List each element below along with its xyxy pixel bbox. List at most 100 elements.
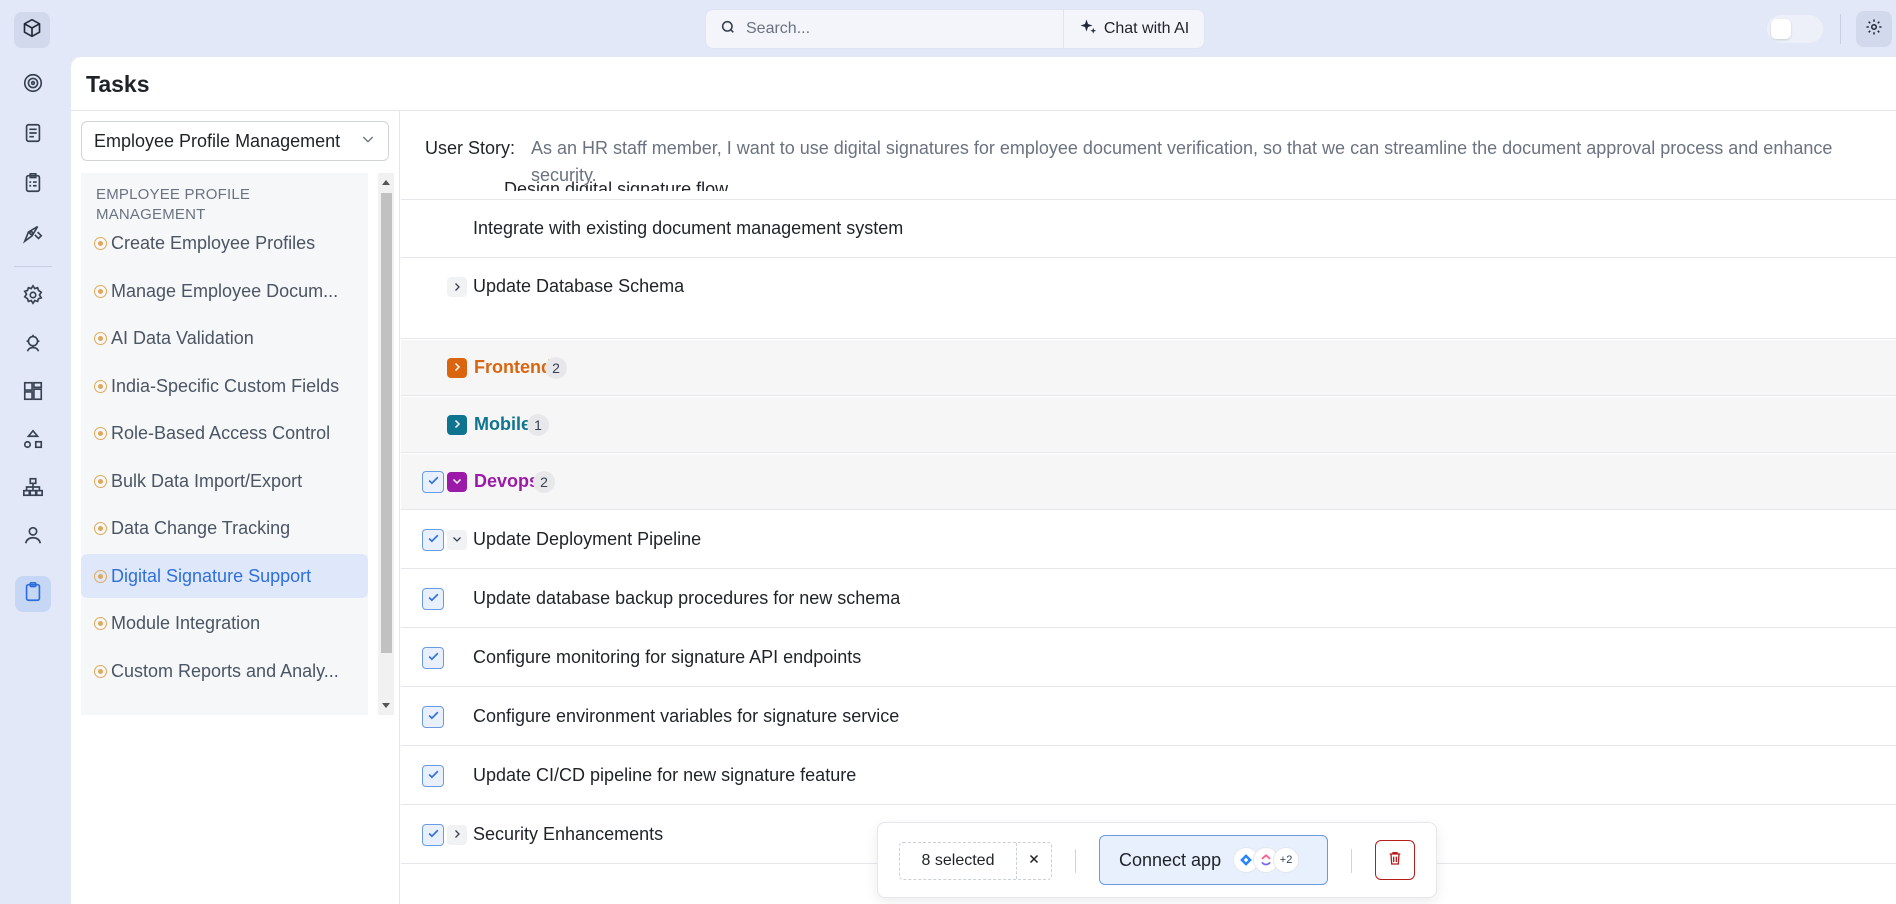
story-item-label: Digital Signature Support: [111, 565, 312, 586]
chevron-right-icon: [451, 414, 463, 435]
story-status-icon: [94, 426, 107, 440]
main-panel: Tasks Employee Profile Management EMPLOY…: [71, 57, 1896, 904]
scroll-thumb[interactable]: [381, 193, 392, 653]
rail-design-button[interactable]: [15, 217, 51, 253]
story-item[interactable]: AI Data Validation: [81, 316, 368, 360]
task-title: Security Enhancements: [473, 824, 664, 844]
story-item[interactable]: Manage Employee Docum...: [81, 269, 368, 313]
group-expand-button[interactable]: [447, 357, 467, 378]
task-checkbox[interactable]: [422, 705, 444, 728]
expand-button[interactable]: [447, 824, 467, 845]
search-input[interactable]: [746, 20, 1046, 38]
target-icon: [22, 72, 44, 99]
scroll-down-arrow[interactable]: [382, 703, 390, 708]
task-title: Configure environment variables for sign…: [473, 706, 900, 726]
search-bar: Chat with AI: [705, 9, 1205, 49]
rail-hierarchy-button[interactable]: [15, 471, 51, 507]
task-row[interactable]: Integrate with existing document managem…: [401, 200, 1896, 258]
story-list-scrollbar[interactable]: [378, 173, 394, 715]
group-count-badge: 2: [545, 356, 567, 379]
story-item[interactable]: Data Change Tracking: [81, 506, 368, 550]
story-status-icon: [94, 284, 107, 298]
check-icon: [427, 588, 440, 609]
chevron-down-icon: [360, 131, 376, 152]
rail-tasks-button[interactable]: [15, 576, 51, 612]
scroll-up-arrow[interactable]: [382, 180, 390, 185]
top-bar: Chat with AI: [0, 0, 1896, 57]
story-status-icon: [94, 569, 107, 583]
bulk-action-bar: 8 selected Connect app +2: [877, 822, 1437, 898]
subtask-row[interactable]: Update CI/CD pipeline for new signature …: [401, 747, 1896, 805]
group-name: Mobile: [474, 414, 531, 434]
group-expand-button[interactable]: [447, 414, 467, 435]
subtask-row[interactable]: Configure environment variables for sign…: [401, 688, 1896, 746]
theme-toggle-knob: [1771, 19, 1791, 39]
story-status-icon: [94, 474, 107, 488]
user-icon: [22, 524, 44, 551]
subtask-row[interactable]: Configure monitoring for signature API e…: [401, 629, 1896, 687]
connect-app-button[interactable]: Connect app +2: [1099, 835, 1328, 885]
expand-button[interactable]: [447, 277, 467, 297]
check-icon: [427, 706, 440, 727]
group-row-mobile[interactable]: Mobile 1: [401, 397, 1896, 453]
story-item[interactable]: Module Integration: [81, 601, 368, 645]
task-title: Update CI/CD pipeline for new signature …: [473, 765, 857, 785]
check-icon: [427, 471, 440, 492]
story-status-icon: [94, 616, 107, 630]
check-icon: [427, 824, 440, 845]
task-title: Configure monitoring for signature API e…: [473, 647, 862, 667]
rail-checklist-button[interactable]: [15, 167, 51, 203]
story-item[interactable]: Bulk Data Import/Export: [81, 459, 368, 503]
task-checkbox[interactable]: [422, 528, 444, 551]
story-item[interactable]: Role-Based Access Control: [81, 411, 368, 455]
task-checkbox[interactable]: [422, 587, 444, 610]
task-row[interactable]: Update Database Schema: [401, 259, 1896, 339]
delete-button[interactable]: [1375, 840, 1415, 880]
left-rail: [0, 57, 66, 904]
trash-icon: [1387, 850, 1403, 871]
story-item[interactable]: India-Specific Custom Fields: [81, 364, 368, 408]
chat-with-ai-button[interactable]: Chat with AI: [1064, 10, 1204, 48]
story-item[interactable]: Custom Reports and Analy...: [81, 649, 368, 693]
task-checkbox[interactable]: [422, 823, 444, 846]
story-item-label: Module Integration: [111, 612, 261, 633]
story-item-active[interactable]: Digital Signature Support: [81, 554, 368, 598]
action-bar-divider: [1075, 849, 1076, 873]
project-dropdown[interactable]: Employee Profile Management: [81, 121, 389, 161]
settings-button[interactable]: [1856, 11, 1892, 47]
group-collapse-button[interactable]: [447, 471, 467, 492]
app-logo[interactable]: [14, 12, 50, 48]
collapse-button[interactable]: [447, 529, 467, 550]
rail-workflow-button[interactable]: [15, 423, 51, 459]
chat-with-ai-label: Chat with AI: [1103, 20, 1190, 37]
check-icon: [427, 765, 440, 786]
story-status-icon: [94, 379, 107, 393]
rail-dashboard-button[interactable]: [15, 375, 51, 411]
rail-ai-agent-button[interactable]: [15, 327, 51, 363]
theme-toggle[interactable]: [1767, 15, 1823, 43]
task-row[interactable]: Update Deployment Pipeline: [401, 511, 1896, 569]
group-count-badge: 1: [527, 413, 549, 436]
selection-count-box: 8 selected: [899, 842, 1052, 880]
group-row-devops[interactable]: Devops 2: [401, 454, 1896, 510]
clear-selection-button[interactable]: [1017, 843, 1051, 879]
group-row-frontend[interactable]: Frontend 2: [401, 340, 1896, 396]
story-status-icon: [94, 664, 107, 678]
rail-documents-button[interactable]: [15, 117, 51, 153]
story-item[interactable]: Create Employee Profiles: [81, 221, 368, 265]
selected-count: 8 selected: [900, 843, 1017, 879]
task-checkbox[interactable]: [422, 764, 444, 787]
group-name: Devops: [474, 471, 540, 491]
rail-settings-button[interactable]: [15, 279, 51, 315]
story-item-label: India-Specific Custom Fields: [111, 375, 340, 396]
group-checkbox[interactable]: [422, 470, 444, 493]
chevron-down-icon: [451, 529, 463, 550]
rail-goals-button[interactable]: [15, 67, 51, 103]
task-checkbox[interactable]: [422, 646, 444, 669]
search-box[interactable]: [706, 10, 1064, 48]
story-item-label: Custom Reports and Analy...: [111, 660, 339, 681]
gear-icon: [1865, 18, 1883, 41]
rail-user-button[interactable]: [15, 519, 51, 555]
top-divider: [1840, 14, 1841, 44]
subtask-row[interactable]: Update database backup procedures for ne…: [401, 570, 1896, 628]
